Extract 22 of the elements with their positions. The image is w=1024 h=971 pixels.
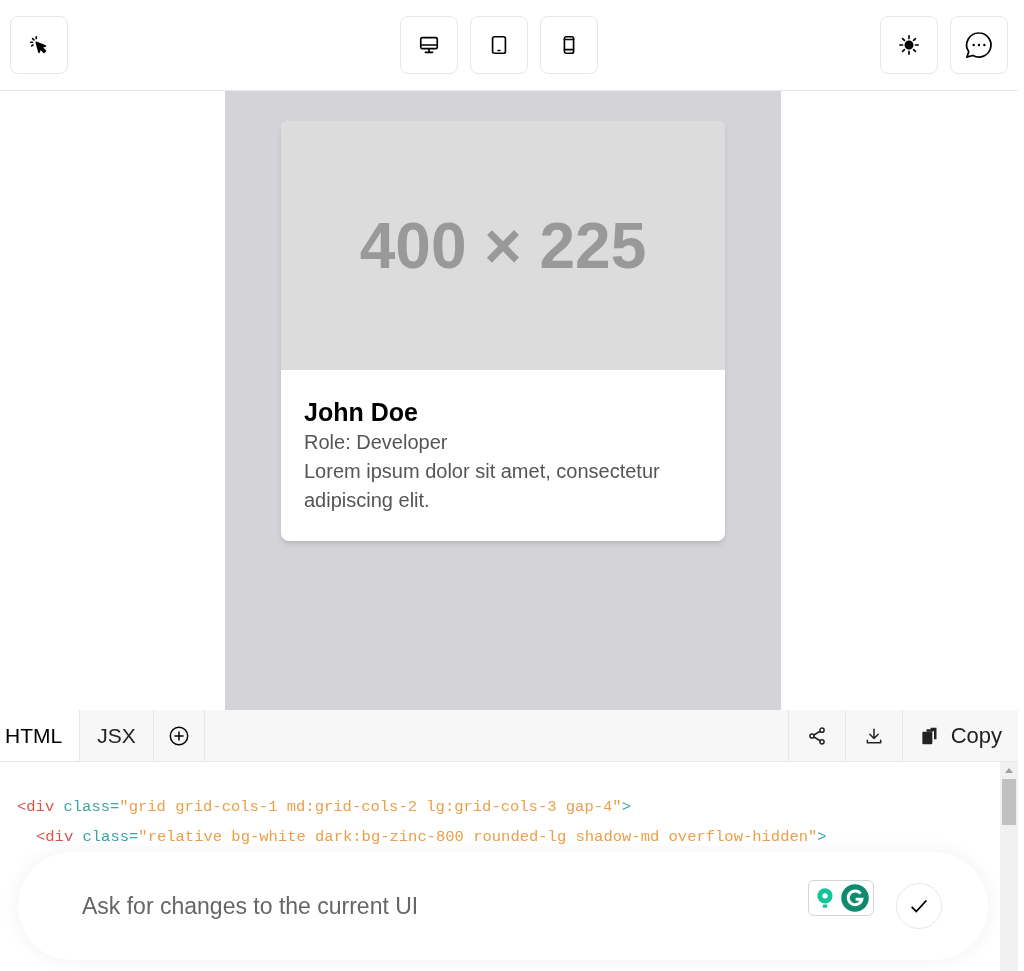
sun-button[interactable] <box>880 16 938 74</box>
plus-circle-icon <box>167 724 190 747</box>
code-line: <div class="relative bg-white dark:bg-zinc-800 rounded-lg shadow-md overflow-hidden"> <box>36 827 827 848</box>
copy-button[interactable]: Copy <box>901 710 1018 761</box>
desktop-button[interactable] <box>400 16 458 74</box>
tablet-button[interactable] <box>470 16 528 74</box>
code-line: <div class="grid grid-cols-1 md:grid-cols-2 lg:grid-cols-3 gap-4"> <box>17 797 631 818</box>
grammar-assistant-badge[interactable] <box>808 880 874 916</box>
prompt-field[interactable]: Ask for changes to the current UI <box>82 888 808 924</box>
chat-icon <box>963 29 995 61</box>
desktop-icon <box>418 34 440 56</box>
pointer-button[interactable] <box>10 16 68 74</box>
share-icon <box>806 725 827 746</box>
chat-button[interactable] <box>950 16 1008 74</box>
code-tab[interactable]: HTML <box>0 710 81 761</box>
sun-icon <box>898 34 920 56</box>
card-description: Lorem ipsum dolor sit amet, consectetur adipiscing elit. <box>304 459 661 513</box>
card-role: Role: Developer <box>304 430 449 455</box>
image-size-label: 400 × 225 <box>359 208 647 284</box>
phone-button[interactable] <box>540 16 598 74</box>
g-logo-icon <box>840 883 870 913</box>
card-name: John Doe <box>304 397 419 428</box>
